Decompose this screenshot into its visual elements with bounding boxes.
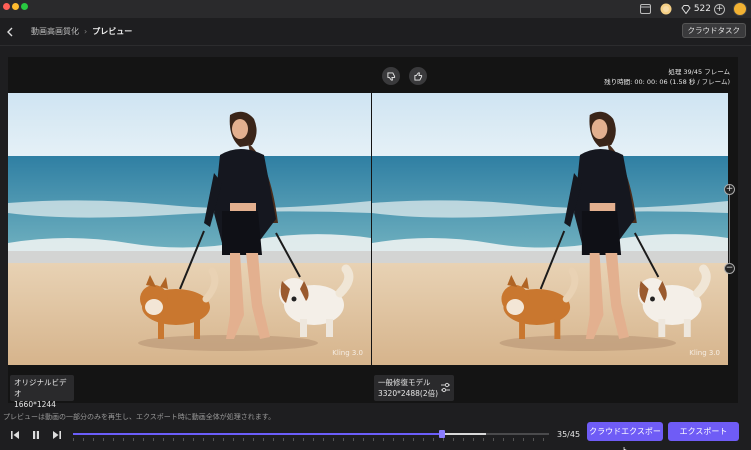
enhanced-video-preview[interactable]: Kling 3.0 — [372, 93, 728, 365]
titlebar-right: 522 + — [639, 1, 747, 17]
timeline-progress — [73, 433, 442, 435]
thumbs-down-icon — [386, 71, 395, 81]
breadcrumb-separator: › — [84, 27, 88, 36]
sliders-icon[interactable] — [440, 382, 451, 393]
zoom-in-button[interactable]: + — [724, 184, 735, 195]
previous-frame-button[interactable] — [8, 428, 22, 442]
close-window-button[interactable] — [3, 3, 10, 10]
minimize-window-button[interactable] — [12, 3, 19, 10]
credits-display[interactable]: 522 + — [679, 2, 727, 16]
playback-controls: 35/45 クラウドエクスポート エクスポート — [0, 422, 751, 450]
coin-icon[interactable] — [659, 2, 673, 16]
maximize-window-button[interactable] — [21, 3, 28, 10]
beach-scene-image-enhanced — [372, 93, 728, 365]
cloud-export-button[interactable]: クラウドエクスポート — [587, 422, 663, 450]
diamond-icon — [681, 4, 691, 14]
breadcrumb-parent[interactable]: 動画高画質化 — [31, 26, 79, 37]
model-label[interactable]: 一般修復モデル 3320*2488(2倍) — [374, 375, 454, 401]
kling-watermark-enhanced: Kling 3.0 — [689, 349, 720, 357]
breadcrumb: 動画高画質化 › プレビュー — [31, 26, 132, 37]
original-video-preview[interactable]: Kling 3.0 — [8, 93, 371, 365]
pause-icon — [33, 431, 39, 439]
skip-forward-icon — [53, 431, 61, 439]
timeline-slider[interactable] — [73, 430, 549, 441]
original-video-resolution: 1660*1244 — [14, 400, 56, 409]
thumbs-up-button[interactable] — [409, 67, 427, 85]
chevron-left-icon — [6, 27, 12, 37]
frame-counter: 35/45 — [557, 430, 581, 439]
processing-frames: 処理 39/45 フレーム — [668, 68, 730, 76]
zoom-out-button[interactable]: − — [724, 263, 735, 274]
export-button[interactable]: エクスポート — [668, 422, 739, 441]
original-video-label: オリジナルビデオ 1660*1244 — [10, 375, 74, 409]
time-remaining: 残り時間: 00: 00: 06 (1.58 秒 / フレーム) — [604, 78, 730, 86]
timeline-processed — [441, 433, 486, 435]
next-frame-button[interactable] — [50, 428, 64, 442]
thumbs-up-icon — [413, 71, 422, 81]
zoom-slider[interactable] — [729, 185, 730, 269]
title-bar: 522 + — [0, 0, 751, 18]
skip-back-icon — [11, 431, 19, 439]
cloud-task-button[interactable]: クラウドタスク — [681, 23, 746, 38]
thumbs-down-button[interactable] — [382, 67, 400, 85]
kling-watermark: Kling 3.0 — [332, 349, 363, 357]
timeline-ticks — [73, 438, 549, 441]
preview-panel: 処理 39/45 フレーム 残り時間: 00: 00: 06 (1.58 秒 /… — [8, 57, 738, 409]
window-icon[interactable] — [639, 2, 653, 16]
pause-button[interactable] — [29, 428, 43, 442]
plus-icon[interactable]: + — [714, 3, 725, 15]
app-window: 522 + 動画高画質化 › プレビュー クラウドタスク 処理 39/45 フレ… — [0, 0, 751, 450]
processing-status: 処理 39/45 フレーム 残り時間: 00: 00: 06 (1.58 秒 /… — [604, 67, 730, 87]
back-button[interactable] — [2, 24, 16, 40]
header-bar: 動画高画質化 › プレビュー クラウドタスク — [0, 18, 751, 46]
preview-notice: プレビューは動画の一部分のみを再生し、エクスポート時に動画全体が処理されます。 — [3, 413, 276, 421]
original-video-title: オリジナルビデオ — [14, 378, 67, 398]
credits-count: 522 — [693, 4, 711, 14]
page-title: プレビュー — [92, 27, 133, 36]
timeline-handle[interactable] — [438, 430, 445, 438]
avatar[interactable] — [733, 2, 747, 16]
beach-scene-image — [8, 93, 371, 365]
